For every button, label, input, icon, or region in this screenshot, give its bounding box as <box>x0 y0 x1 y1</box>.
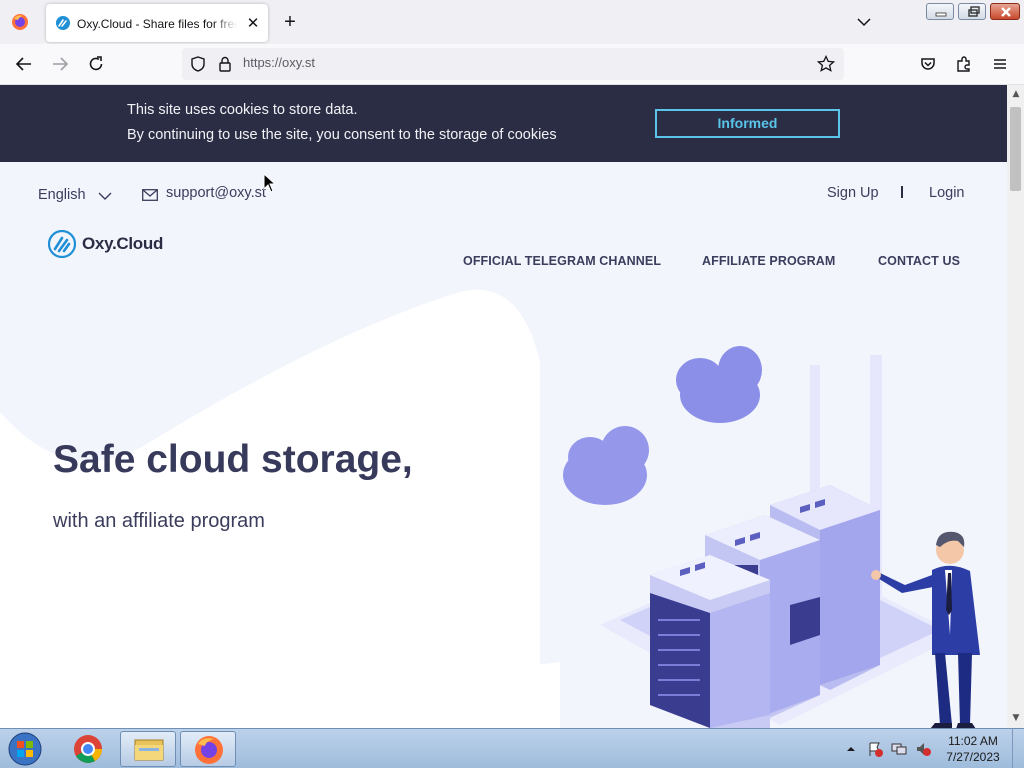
support-email-link[interactable]: support@oxy.st <box>166 185 266 201</box>
taskbar-firefox-button[interactable] <box>180 731 236 767</box>
system-clock[interactable]: 11:02 AM 7/27/2023 <box>938 733 1008 765</box>
oxy-cloud-logo-icon[interactable] <box>48 230 76 258</box>
hero-subtitle: with an affiliate program <box>53 510 265 532</box>
nav-contact-us[interactable]: CONTACT US <box>878 254 960 268</box>
logo-text[interactable]: Oxy.Cloud <box>82 234 163 254</box>
folder-icon <box>134 739 164 761</box>
chevron-down-icon[interactable] <box>98 191 112 201</box>
cookie-consent-banner: This site uses cookies to store data. By… <box>0 85 1007 162</box>
pocket-icon[interactable] <box>918 54 938 74</box>
url-text: https://oxy.st <box>243 55 316 70</box>
clock-time: 11:02 AM <box>948 734 998 748</box>
hero-title: Safe cloud storage, <box>53 438 413 481</box>
clock-date: 7/27/2023 <box>946 750 1000 764</box>
cloud-icon <box>676 346 762 423</box>
list-all-tabs-chevron-icon[interactable] <box>855 13 873 31</box>
login-link[interactable]: Login <box>929 185 964 201</box>
bookmark-star-icon[interactable] <box>816 54 836 74</box>
show-hidden-icons-arrow-icon[interactable] <box>843 741 859 757</box>
window-close-button[interactable] <box>990 3 1020 20</box>
scroll-up-arrow-icon[interactable]: ▲ <box>1011 89 1021 99</box>
browser-navigation-toolbar: https://oxy.st <box>0 44 1024 85</box>
taskbar-chrome-button[interactable] <box>60 731 116 767</box>
tab-oxy-cloud[interactable]: Oxy.Cloud - Share files for free ✕ <box>46 4 268 42</box>
page-viewport: This site uses cookies to store data. By… <box>0 85 1007 728</box>
language-selector[interactable]: English <box>38 187 86 203</box>
oxy-cloud-favicon-icon <box>56 16 70 30</box>
reload-icon[interactable] <box>86 54 106 74</box>
volume-muted-icon[interactable] <box>915 741 931 757</box>
tab-title: Oxy.Cloud - Share files for free <box>77 17 237 31</box>
new-tab-button[interactable]: + <box>280 12 300 32</box>
back-arrow-icon[interactable] <box>14 54 34 74</box>
mouse-cursor-icon <box>263 173 277 193</box>
scroll-down-arrow-icon[interactable]: ▼ <box>1011 713 1021 723</box>
chrome-icon <box>74 735 102 763</box>
network-icon[interactable] <box>891 741 907 757</box>
address-bar[interactable]: https://oxy.st <box>182 48 844 80</box>
cloud-icon <box>563 426 649 505</box>
windows-start-button-icon[interactable] <box>4 731 46 767</box>
hamburger-menu-icon[interactable] <box>990 54 1010 74</box>
nav-affiliate-program[interactable]: AFFILIATE PROGRAM <box>702 254 835 268</box>
envelope-icon <box>142 189 158 201</box>
cookie-message-line2: By continuing to use the site, you conse… <box>127 127 557 143</box>
forward-arrow-icon[interactable] <box>50 54 70 74</box>
tab-close-icon[interactable]: ✕ <box>243 13 263 33</box>
padlock-icon[interactable] <box>215 54 235 74</box>
vertical-scrollbar[interactable]: ▲ ▼ <box>1007 85 1024 728</box>
firefox-menu-icon[interactable] <box>8 10 32 34</box>
taskbar-explorer-button[interactable] <box>120 731 176 767</box>
sign-up-link[interactable]: Sign Up <box>827 185 879 201</box>
windows-taskbar: 11:02 AM 7/27/2023 <box>0 728 1024 768</box>
action-center-flag-icon[interactable] <box>867 741 883 757</box>
browser-tab-strip: Oxy.Cloud - Share files for free ✕ + <box>0 0 1024 44</box>
cookie-message-line1: This site uses cookies to store data. <box>127 102 358 118</box>
show-desktop-button[interactable] <box>1012 729 1024 768</box>
server-illustration <box>563 346 980 728</box>
scrollbar-thumb[interactable] <box>1010 107 1021 191</box>
firefox-icon <box>195 736 223 764</box>
auth-divider <box>901 186 903 198</box>
extensions-puzzle-icon[interactable] <box>954 54 974 74</box>
cookie-accept-button[interactable]: Informed <box>655 109 840 138</box>
tracking-protection-shield-icon[interactable] <box>188 54 208 74</box>
window-restore-button[interactable] <box>958 3 986 20</box>
window-minimize-button[interactable] <box>926 3 954 20</box>
nav-telegram-channel[interactable]: OFFICIAL TELEGRAM CHANNEL <box>463 254 661 268</box>
